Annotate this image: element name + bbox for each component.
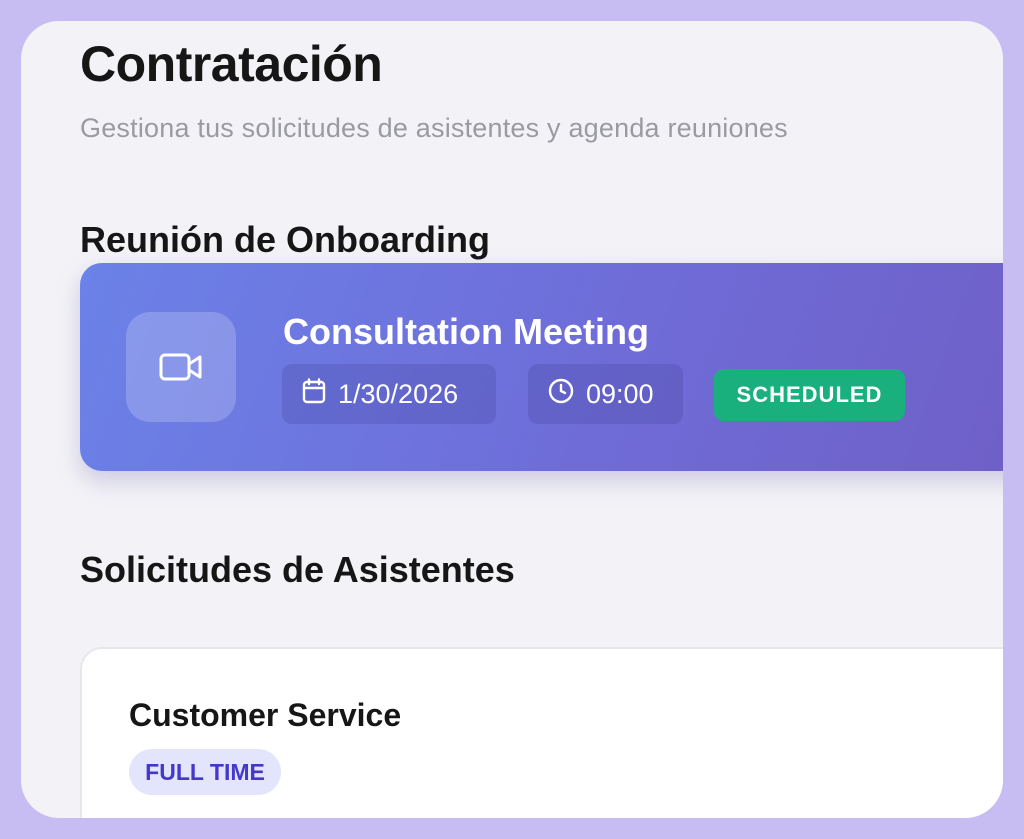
device-frame: Contratación Gestiona tus solicitudes de… xyxy=(0,0,1024,839)
meeting-time-chip: 09:00 xyxy=(528,364,683,424)
request-card[interactable]: Customer Service FULL TIME xyxy=(80,647,1003,818)
requests-section-title: Solicitudes de Asistentes xyxy=(80,549,515,590)
meeting-card[interactable]: Consultation Meeting 1/30/2026 09:00 SCH… xyxy=(80,263,1003,471)
app-screen: Contratación Gestiona tus solicitudes de… xyxy=(21,21,1003,818)
status-badge: SCHEDULED xyxy=(714,369,905,421)
clock-icon xyxy=(548,378,574,411)
video-camera-icon xyxy=(126,312,236,422)
page-subtitle: Gestiona tus solicitudes de asistentes y… xyxy=(80,113,788,143)
calendar-icon xyxy=(302,377,326,411)
employment-type-badge: FULL TIME xyxy=(129,749,281,795)
meeting-date-chip: 1/30/2026 xyxy=(282,364,496,424)
meeting-date: 1/30/2026 xyxy=(338,378,459,409)
onboarding-section-title: Reunión de Onboarding xyxy=(80,219,490,260)
request-title: Customer Service xyxy=(129,697,402,733)
meeting-time: 09:00 xyxy=(586,378,654,409)
meeting-title: Consultation Meeting xyxy=(283,311,649,352)
page-title: Contratación xyxy=(80,36,383,92)
